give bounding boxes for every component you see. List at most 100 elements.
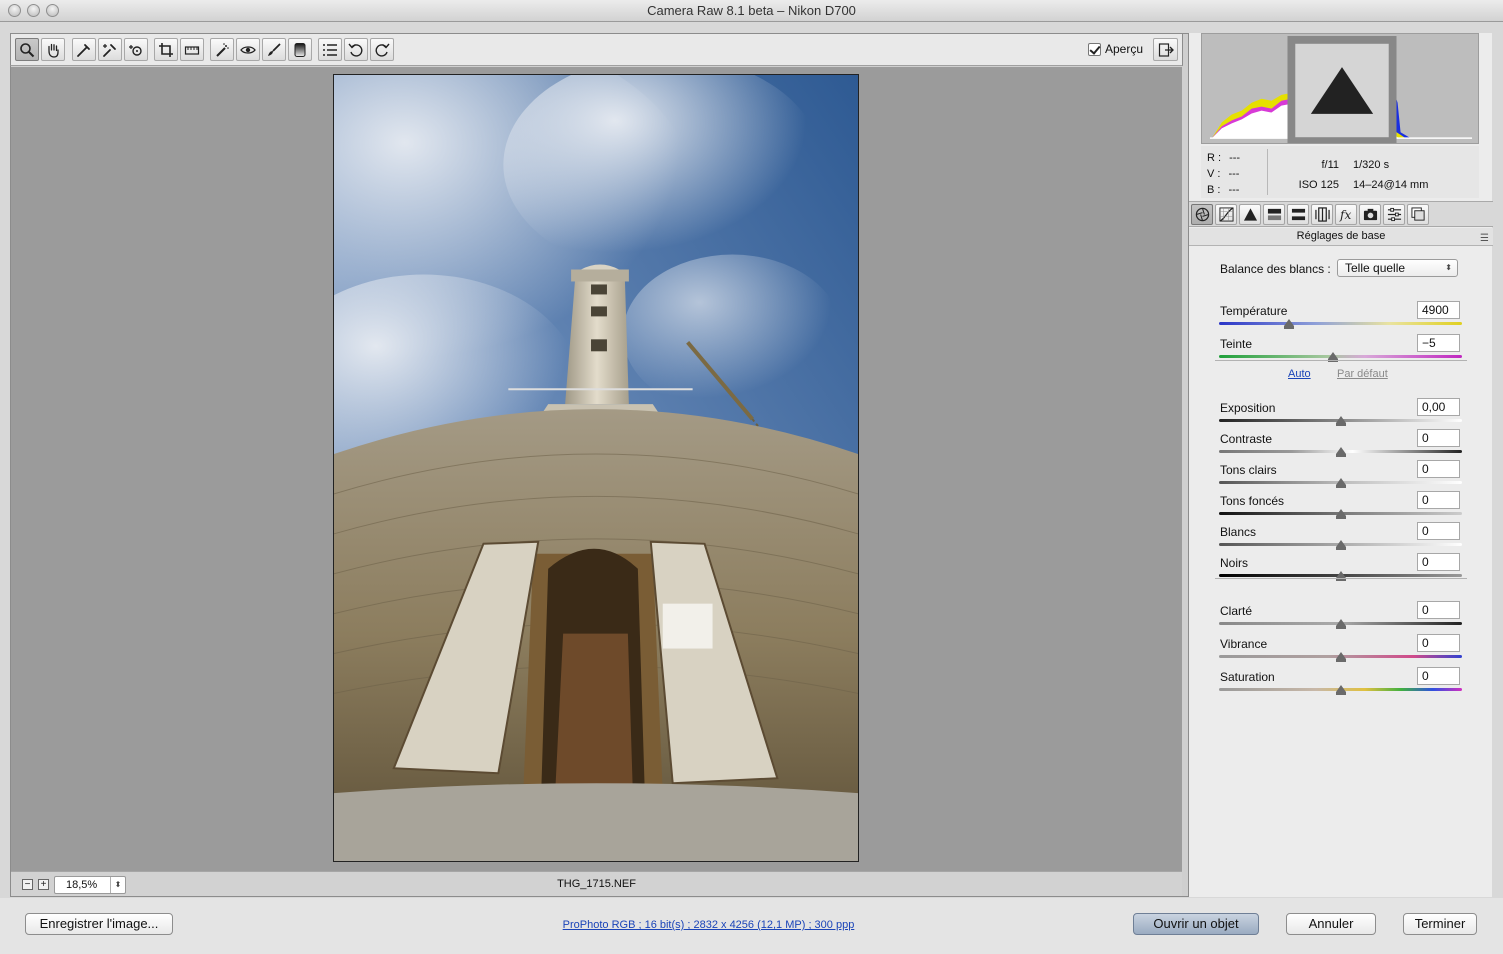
hand-tool-icon <box>48 43 59 58</box>
shadow-clipping-warning-icon[interactable] <box>1204 36 1479 144</box>
fullscreen-button[interactable] <box>1153 38 1178 61</box>
open-object-button[interactable]: Ouvrir un objet <box>1133 913 1259 935</box>
preview-label: Aperçu <box>1105 42 1144 56</box>
color-sampler-tool-button[interactable] <box>98 38 122 61</box>
noirs-label: Noirs <box>1220 556 1249 570</box>
preferences-icon <box>323 43 337 56</box>
tab-effects[interactable]: fx <box>1335 204 1357 225</box>
curve-icon <box>1218 207 1234 222</box>
lens-icon <box>1314 207 1330 222</box>
noirs-input[interactable]: 0 <box>1417 553 1460 571</box>
straighten-tool-icon <box>184 45 200 55</box>
lens-value: 14–24@14 mm <box>1353 179 1429 191</box>
tab-snapshots[interactable] <box>1407 204 1429 225</box>
tab-detail[interactable] <box>1239 204 1261 225</box>
tab-hsl[interactable] <box>1263 204 1285 225</box>
white-balance-tool-icon <box>77 43 90 57</box>
auto-link[interactable]: Auto <box>1288 368 1311 380</box>
tons-fonces-thumb[interactable] <box>1335 509 1346 519</box>
crop-tool-button[interactable] <box>154 38 178 61</box>
blancs-thumb[interactable] <box>1335 540 1346 550</box>
title-bar: Camera Raw 8.1 beta – Nikon D700 <box>0 0 1503 22</box>
graduated-filter-button[interactable] <box>288 38 312 61</box>
targeted-adjustment-tool-button[interactable] <box>124 38 148 61</box>
done-button[interactable]: Terminer <box>1403 913 1477 935</box>
aperture-icon <box>1195 207 1209 222</box>
minimize-window-button[interactable] <box>27 4 40 17</box>
preview-checkbox[interactable] <box>1088 42 1101 56</box>
panel-tabs: fx <box>1189 201 1493 227</box>
clarte-thumb[interactable] <box>1335 619 1346 629</box>
tons-clairs-thumb[interactable] <box>1335 478 1346 488</box>
temperature-thumb[interactable] <box>1284 319 1295 329</box>
teinte-track[interactable] <box>1219 355 1462 358</box>
right-panel: R : --- V : --- B : --- f/11 1/320 s ISO 125… <box>1188 33 1493 897</box>
image-preview-area[interactable] <box>11 67 1182 871</box>
spot-removal-tool-button[interactable] <box>210 38 234 61</box>
photo-preview[interactable] <box>333 74 859 862</box>
teinte-label: Teinte <box>1220 337 1253 351</box>
tons-clairs-input[interactable]: 0 <box>1417 460 1460 478</box>
fx-icon: fx <box>1339 208 1351 222</box>
rotate-left-button[interactable] <box>344 38 368 61</box>
snapshots-icon <box>1410 207 1425 221</box>
exposition-input[interactable]: 0,00 <box>1417 398 1460 416</box>
tab-lens-corrections[interactable] <box>1311 204 1333 225</box>
split-toning-icon <box>1291 208 1305 221</box>
vibrance-input[interactable]: 0 <box>1417 634 1460 652</box>
tab-presets[interactable] <box>1383 204 1405 225</box>
v-label: V : <box>1207 168 1221 180</box>
saturation-input[interactable]: 0 <box>1417 667 1460 685</box>
noirs-thumb[interactable] <box>1335 571 1346 581</box>
blancs-input[interactable]: 0 <box>1417 522 1460 540</box>
contraste-thumb[interactable] <box>1335 447 1346 457</box>
straighten-tool-button[interactable] <box>180 38 204 61</box>
default-link[interactable]: Par défaut <box>1337 368 1388 380</box>
color-sampler-tool-icon <box>103 43 116 57</box>
panel-menu-icon[interactable]: ☰ <box>1480 230 1489 247</box>
lighthouse-photo <box>334 75 858 861</box>
tab-camera-calibration[interactable] <box>1359 204 1381 225</box>
saturation-thumb[interactable] <box>1335 685 1346 695</box>
crop-tool-icon <box>159 42 173 57</box>
zoom-tool-icon <box>20 42 35 57</box>
white-balance-tool-button[interactable] <box>72 38 96 61</box>
tab-split-toning[interactable] <box>1287 204 1309 225</box>
tab-basic[interactable] <box>1191 204 1213 225</box>
highlight-clipping-warning-icon[interactable] <box>1464 36 1479 144</box>
v-value: --- <box>1228 168 1240 180</box>
hsl-icon <box>1267 208 1281 221</box>
exposition-thumb[interactable] <box>1335 416 1346 426</box>
rgb-readout: R : --- V : --- B : --- <box>1207 150 1240 198</box>
histogram <box>1201 33 1479 144</box>
preferences-button[interactable] <box>318 38 342 61</box>
vibrance-thumb[interactable] <box>1335 652 1346 662</box>
camera-icon <box>1363 208 1377 221</box>
iso-value: ISO 125 <box>1298 179 1339 191</box>
panel-title-bar: Réglages de base ☰ <box>1189 228 1493 246</box>
hand-tool-button[interactable] <box>41 38 65 61</box>
preview-toggle[interactable]: Aperçu <box>1088 42 1143 56</box>
blancs-label: Blancs <box>1220 525 1257 539</box>
rotate-right-button[interactable] <box>370 38 394 61</box>
zoom-tool-button[interactable] <box>15 38 39 61</box>
white-balance-select[interactable]: Telle quelle ⬍ <box>1337 259 1458 277</box>
svg-text:fx: fx <box>1339 208 1351 222</box>
zoom-window-button[interactable] <box>46 4 59 17</box>
tons-fonces-input[interactable]: 0 <box>1417 491 1460 509</box>
cancel-button[interactable]: Annuler <box>1286 913 1376 935</box>
tab-tone-curve[interactable] <box>1215 204 1237 225</box>
close-window-button[interactable] <box>8 4 21 17</box>
teinte-input[interactable]: −5 <box>1417 334 1460 352</box>
temperature-track[interactable] <box>1219 322 1462 325</box>
adjustment-brush-button[interactable] <box>262 38 286 61</box>
r-label: R : <box>1207 152 1222 164</box>
temperature-input[interactable]: 4900 <box>1417 301 1460 319</box>
clarte-input[interactable]: 0 <box>1417 601 1460 619</box>
white-balance-value: Telle quelle <box>1345 261 1406 275</box>
red-eye-tool-button[interactable] <box>236 38 260 61</box>
teinte-thumb[interactable] <box>1328 352 1339 362</box>
contraste-input[interactable]: 0 <box>1417 429 1460 447</box>
exif-readout: f/11 1/320 s ISO 125 14–24@14 mm <box>1297 155 1429 195</box>
vibrance-label: Vibrance <box>1220 637 1268 651</box>
